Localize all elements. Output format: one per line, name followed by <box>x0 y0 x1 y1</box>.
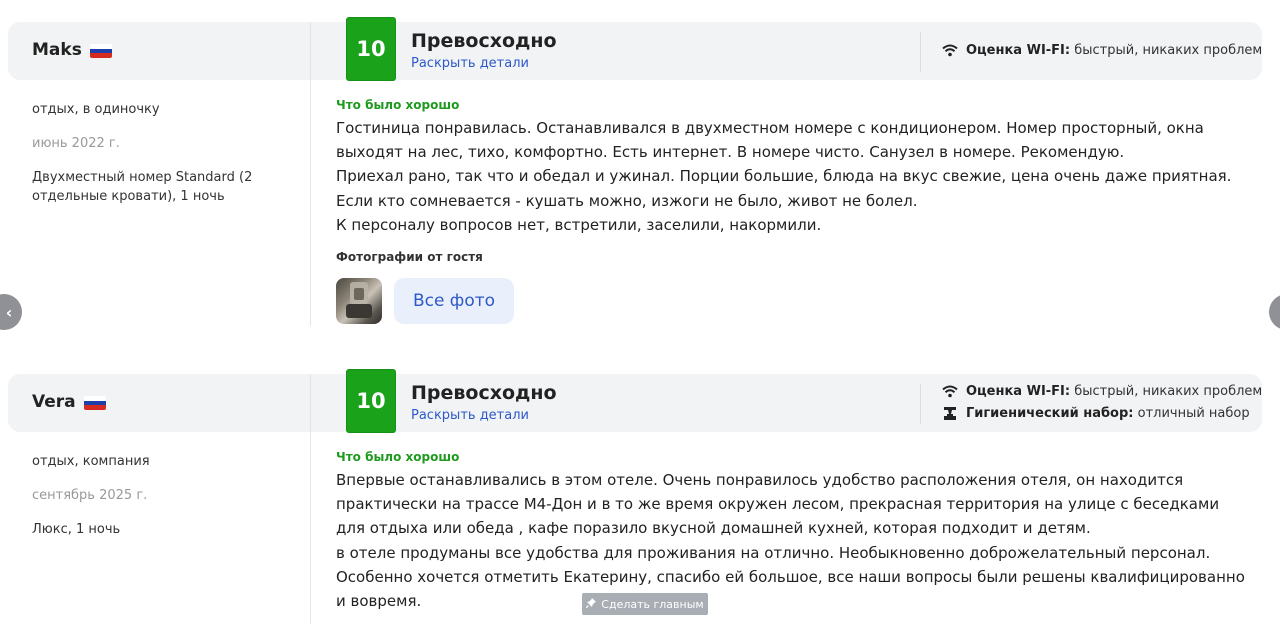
review-date: сентябрь 2025 г. <box>32 488 148 503</box>
review-card: Maks 10 Превосходно Раскрыть детали Оцен… <box>0 0 1280 340</box>
pin-icon <box>585 597 597 611</box>
make-main-button[interactable]: Сделать главным <box>582 593 708 615</box>
author-name: Maks <box>32 40 82 60</box>
review-author: Maks <box>32 40 112 60</box>
expand-details-link[interactable]: Раскрыть детали <box>411 56 529 71</box>
review-header: Maks 10 Превосходно Раскрыть детали Оцен… <box>8 18 1262 80</box>
guest-photos-label: Фотографии от гостя <box>336 250 483 264</box>
good-label: Что было хорошо <box>336 98 460 112</box>
amenity-label: Оценка WI-FI: <box>966 43 1071 58</box>
review-header: Vera 10 Превосходно Раскрыть детали Оцен… <box>8 370 1262 432</box>
amenity-label: Гигиенический набор: <box>966 406 1134 421</box>
russia-flag-icon <box>83 396 106 410</box>
wifi-icon <box>942 385 958 399</box>
all-photos-button[interactable]: Все фото <box>394 278 514 324</box>
author-name: Vera <box>32 392 76 412</box>
hygiene-kit-icon <box>942 407 958 421</box>
review-card: Vera 10 Превосходно Раскрыть детали Оцен… <box>0 352 1280 624</box>
russia-flag-icon <box>89 44 112 58</box>
review-paragraph: Впервые останавливались в этом отеле. Оч… <box>336 471 1220 538</box>
amenity-value: отличный набор <box>1137 406 1250 421</box>
review-paragraph: Гостиница понравилась. Останавливался в … <box>336 119 1204 162</box>
review-paragraph: Если кто сомневается - кушать можно, изж… <box>336 191 918 210</box>
amenity-label: Оценка WI-FI: <box>966 384 1071 399</box>
make-main-label: Сделать главным <box>601 597 704 611</box>
travel-type: отдых, компания <box>32 454 150 469</box>
expand-details-link[interactable]: Раскрыть детали <box>411 408 529 423</box>
room-type: Двухместный номер Standard (2 отдельные … <box>32 170 253 204</box>
review-date: июнь 2022 г. <box>32 136 120 151</box>
travel-type: отдых, в одиночку <box>32 102 160 117</box>
chevron-left-icon: ‹ <box>5 302 13 322</box>
score-badge: 10 <box>347 18 395 80</box>
amenity-value: быстрый, никаких проблем <box>1074 384 1263 399</box>
amenity-value: быстрый, никаких проблем <box>1074 43 1263 58</box>
wifi-icon <box>942 44 958 58</box>
amenity-wifi: Оценка WI-FI: быстрый, никаких проблем <box>942 384 1262 399</box>
good-label: Что было хорошо <box>336 450 460 464</box>
guest-photo-thumbnail[interactable] <box>336 278 382 324</box>
review-text: Впервые останавливались в этом отеле. Оч… <box>336 468 1246 613</box>
column-divider <box>310 374 311 624</box>
review-author: Vera <box>32 392 106 412</box>
rating-title: Превосходно <box>411 30 557 52</box>
column-divider <box>310 22 311 326</box>
header-divider <box>920 32 921 72</box>
header-divider <box>920 384 921 424</box>
room-type: Люкс, 1 ночь <box>32 522 121 537</box>
review-paragraph: К персоналу вопросов нет, встретили, зас… <box>336 215 822 234</box>
amenity-wifi: Оценка WI-FI: быстрый, никаких проблем <box>942 43 1262 58</box>
review-paragraph: Приехал рано, так что и обедал и ужинал.… <box>336 167 1232 186</box>
amenity-hygiene-kit: Гигиенический набор: отличный набор <box>942 406 1250 421</box>
review-paragraph: в отеле продуманы все удобства для прожи… <box>336 543 1245 611</box>
score-badge: 10 <box>347 370 395 432</box>
rating-title: Превосходно <box>411 382 557 404</box>
review-text: Гостиница понравилась. Останавливался в … <box>336 116 1246 237</box>
